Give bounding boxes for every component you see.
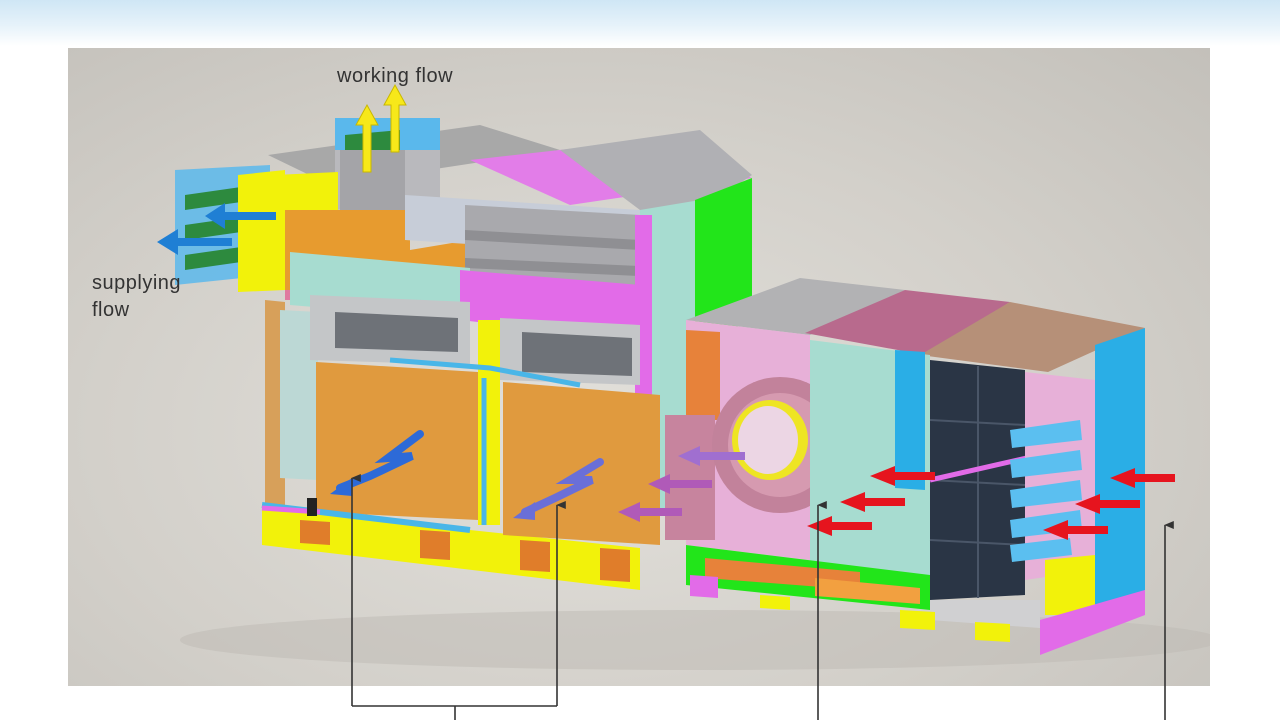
supplying-flow-label-line2: flow [92, 299, 130, 321]
chamber-right [503, 382, 660, 545]
air-handling-unit-diagram: working flow supplying flow [92, 65, 1210, 670]
slide-header-band [0, 0, 1280, 46]
working-flow-label: working flow [336, 65, 453, 87]
figure-panel: working flow supplying flow [68, 48, 1210, 686]
side-panel-cyan [1095, 328, 1145, 612]
right-unit [665, 278, 1145, 655]
supplying-flow-label-line1: supplying [92, 272, 181, 294]
chamber-left [316, 362, 478, 520]
